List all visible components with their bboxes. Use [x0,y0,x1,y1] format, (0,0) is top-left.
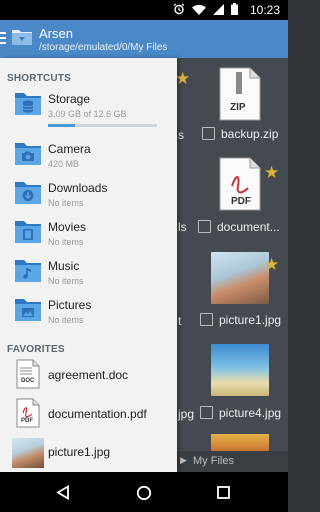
shortcut-sub: No items [48,237,84,247]
file-name[interactable]: document... [217,220,280,234]
shortcut-sub: No items [48,315,84,325]
status-time: 10:23 [249,3,280,17]
favorite-label: agreement.doc [48,368,129,382]
picture-thumbnail[interactable] [211,344,269,396]
doc-file-icon [16,359,40,389]
shortcut-camera[interactable]: Camera 420 MB [0,138,177,176]
shortcut-pictures[interactable]: Pictures No items [0,294,177,332]
checkbox[interactable] [200,406,213,419]
wifi-icon [192,4,206,15]
status-icons [173,3,238,15]
zip-file-icon [219,67,261,121]
storage-usage-bar [48,124,157,127]
doc-icon-label: DOC [21,378,35,384]
zip-icon-label: ZIP [230,102,246,113]
checkbox[interactable] [200,313,213,326]
shortcut-label: Movies [48,220,87,234]
navigation-drawer: SHORTCUTS Storage 3.09 GB of 12.6 GB Cam… [0,58,177,472]
storage-folder-icon [15,93,41,115]
shortcut-sub: 420 MB [48,159,80,169]
favorite-label: picture1.jpg [48,445,111,459]
shortcut-label: Downloads [48,181,108,195]
partial-label: s [178,128,184,142]
alarm-icon [173,3,185,15]
pdf-icon-label: PDF [231,196,251,207]
file-name[interactable]: backup.zip [221,127,278,141]
shortcut-label: Pictures [48,298,92,312]
shortcut-downloads[interactable]: Downloads No items [0,177,177,215]
chevron-right-icon: ▶ [180,455,187,465]
picture-thumbnail[interactable] [211,252,269,304]
battery-icon [231,3,238,15]
home-icon[interactable] [136,485,152,501]
app-title: Arsen [39,26,73,41]
status-bar: 10:23 [0,0,288,20]
favorites-header: FAVORITES [7,344,65,355]
folder-download-icon [12,30,32,45]
pictures-folder-icon [15,299,41,321]
partial-label: t [178,314,182,328]
shortcut-label: Storage [48,92,91,106]
favorite-label: documentation.pdf [48,407,147,421]
system-navigation-bar [0,472,288,512]
star-icon[interactable]: ★ [264,256,279,273]
camera-folder-icon [15,143,41,165]
music-folder-icon [15,260,41,282]
shortcut-sub: No items [48,276,84,286]
path-bar: ▶ My Files [177,451,288,472]
partial-label: ls [178,220,187,234]
star-icon[interactable]: ★ [175,70,190,87]
shortcuts-header: SHORTCUTS [7,73,72,84]
shortcut-movies[interactable]: Movies No items [0,216,177,254]
checkbox[interactable] [198,220,211,233]
storage-usage-text: 3.09 GB of 12.6 GB [48,109,127,119]
storage-usage-fill [48,124,76,127]
back-icon[interactable] [56,485,70,500]
path-bar-label[interactable]: My Files [193,455,234,467]
picture-thumbnail [12,438,44,468]
shortcut-sub: No items [48,198,84,208]
app-bar: Arsen /storage/emulated/0/My Files [0,20,288,58]
movies-folder-icon [15,221,41,243]
shortcut-label: Camera [48,142,91,156]
star-icon[interactable]: ★ [264,164,279,181]
shortcut-music[interactable]: Music No items [0,255,177,293]
checkbox[interactable] [202,127,215,140]
pdf-icon-label: PDF [21,418,33,424]
recents-icon[interactable] [217,486,230,499]
downloads-folder-icon [15,182,41,204]
file-name[interactable]: picture4.jpg [219,406,281,420]
cell-signal-icon [213,3,224,15]
favorite-agreement-doc[interactable]: DOC agreement.doc [0,358,177,394]
partial-label: jpg [178,407,195,421]
file-name[interactable]: picture1.jpg [219,313,281,327]
favorite-picture1-jpg[interactable]: picture1.jpg [0,436,177,470]
favorite-documentation-pdf[interactable]: PDF documentation.pdf [0,398,177,434]
shortcut-storage[interactable]: Storage 3.09 GB of 12.6 GB [0,88,177,132]
app-path: /storage/emulated/0/My Files [39,42,168,53]
shortcut-label: Music [48,259,80,273]
menu-icon[interactable] [0,32,8,46]
